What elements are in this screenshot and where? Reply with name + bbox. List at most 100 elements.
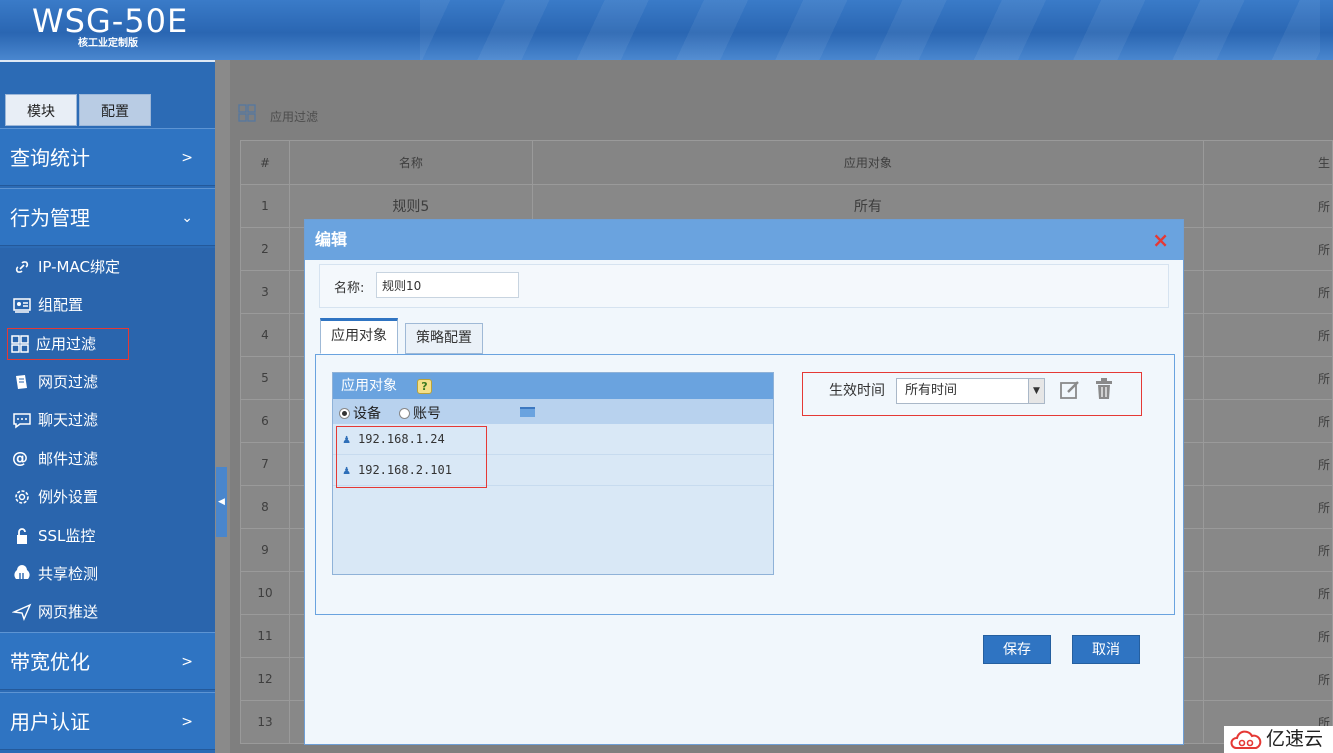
table-cell-extra: 所 [1203, 485, 1333, 529]
at-icon: @ [12, 448, 28, 467]
table-cell-num: 9 [240, 528, 290, 572]
dialog-title-bar: 编辑 × [305, 220, 1183, 260]
sidebar-item-mail-filter[interactable]: @ 邮件过滤 [10, 444, 190, 474]
top-header: WSG-50E 核工业定制版 [0, 0, 1333, 60]
table-cell-extra: 所 [1203, 270, 1333, 314]
breadcrumb-label: 应用过滤 [270, 110, 319, 124]
sidebar-item-label: SSL监控 [38, 527, 96, 545]
name-label: 名称: [334, 281, 365, 296]
effective-time-value: 所有时间 [905, 383, 958, 398]
table-cell-extra: 所 [1203, 442, 1333, 486]
sidebar-item-ssl[interactable]: SSL监控 [10, 521, 190, 551]
object-panel-title: 应用对象 [341, 378, 397, 394]
menu-group-label: 带宽优化 [10, 650, 90, 674]
radio-account-label: 账号 [413, 406, 441, 422]
link-icon [15, 261, 29, 273]
lock-icon [17, 528, 27, 544]
table-cell-num: 12 [240, 657, 290, 701]
watermark-text: 亿速云 [1266, 728, 1324, 750]
help-icon[interactable]: ? [417, 379, 432, 394]
menu-group-auth[interactable]: 用户认证 > [0, 692, 215, 750]
page-icon [16, 375, 27, 389]
sidebar-item-share-detect[interactable]: 共享检测 [10, 559, 190, 589]
sidebar-item-label: IP-MAC绑定 [38, 258, 120, 276]
table-cell-extra: 所 [1203, 657, 1333, 701]
sidebar-item-group-config[interactable]: 组配置 [10, 290, 190, 320]
table-cell-num: 6 [240, 399, 290, 443]
tab-apply-object[interactable]: 应用对象 [320, 318, 398, 354]
table-cell-extra: 所 [1203, 313, 1333, 357]
menu-group-bandwidth[interactable]: 带宽优化 > [0, 632, 215, 690]
sidebar: 模块 配置 查询统计 > 行为管理 ⌄ IP-MAC绑定 组配置 应用过滤 网页… [0, 60, 215, 753]
sidebar-item-app-filter[interactable]: 应用过滤 [7, 328, 129, 360]
save-button[interactable]: 保存 [983, 635, 1051, 664]
list-icon[interactable] [520, 407, 535, 417]
menu-group-query[interactable]: 查询统计 > [0, 128, 215, 186]
sidebar-item-web-filter[interactable]: 网页过滤 [10, 367, 190, 397]
effective-time-select[interactable]: 所有时间 ▼ [896, 378, 1045, 404]
sidebar-tabs: 模块 配置 [0, 62, 215, 126]
sidebar-item-ip-mac[interactable]: IP-MAC绑定 [10, 252, 190, 282]
name-row: 名称: [319, 264, 1169, 308]
tab-module[interactable]: 模块 [5, 94, 77, 126]
sidebar-item-exception[interactable]: 例外设置 [10, 482, 190, 512]
radio-device[interactable]: 设备 [339, 403, 381, 423]
menu-group-behavior[interactable]: 行为管理 ⌄ [0, 188, 215, 246]
sidebar-item-web-push[interactable]: 网页推送 [10, 597, 190, 627]
radio-account[interactable]: 账号 [399, 403, 441, 423]
sidebar-collapse-handle[interactable]: ◀ [216, 467, 227, 537]
grid-icon [11, 335, 29, 353]
highlight-box [336, 426, 487, 488]
table-cell-num: 7 [240, 442, 290, 486]
menu-group-label: 查询统计 [10, 146, 90, 170]
table-cell-num: 8 [240, 485, 290, 529]
table-cell-extra: 所 [1203, 399, 1333, 443]
dialog-title: 编辑 [315, 230, 348, 249]
close-icon[interactable]: × [1152, 220, 1169, 260]
table-cell-num: 1 [240, 184, 290, 228]
tab-config[interactable]: 配置 [79, 94, 151, 126]
send-icon [12, 603, 32, 621]
behavior-submenu: IP-MAC绑定 组配置 应用过滤 网页过滤 聊天过滤 @ 邮件过滤 例外设置 [0, 248, 215, 633]
chevron-down-icon[interactable]: ▼ [1028, 379, 1044, 403]
sidebar-item-label: 邮件过滤 [38, 450, 99, 468]
share-icon [14, 565, 30, 580]
table-cell-num: 4 [240, 313, 290, 357]
column-header: 应用对象 [531, 140, 1205, 185]
gear-icon [15, 490, 29, 504]
table-cell-num: 11 [240, 614, 290, 658]
column-header: 生 [1203, 140, 1333, 185]
table-cell-extra: 所 [1203, 184, 1333, 228]
table-cell-extra: 所 [1203, 614, 1333, 658]
table-cell-num: 2 [240, 227, 290, 271]
chat-icon [13, 413, 31, 429]
chevron-down-icon: ⌄ [181, 210, 193, 226]
sidebar-item-label: 例外设置 [38, 488, 99, 506]
table-cell-extra: 所 [1203, 227, 1333, 271]
table-cell-extra: 所 [1203, 571, 1333, 615]
sidebar-item-label: 网页推送 [38, 603, 99, 621]
edit-dialog: 编辑 × 名称: 应用对象 策略配置 应用对象 ? 设备 账号 ♟192.168… [304, 219, 1184, 745]
effective-time-label: 生效时间 [829, 383, 885, 399]
menu-group-label: 行为管理 [10, 206, 90, 230]
column-header: 名称 [288, 140, 533, 185]
table-cell-extra: 所 [1203, 528, 1333, 572]
column-header: # [240, 140, 290, 185]
sidebar-item-label: 应用过滤 [36, 335, 97, 353]
tab-policy-config[interactable]: 策略配置 [405, 323, 483, 354]
product-subtitle: 核工业定制版 [78, 38, 138, 49]
radio-checked-icon [339, 408, 350, 419]
effective-time-row: 生效时间 所有时间 ▼ [802, 372, 1142, 416]
sidebar-item-chat-filter[interactable]: 聊天过滤 [10, 405, 190, 435]
name-input[interactable] [376, 272, 519, 298]
edit-icon[interactable] [1059, 379, 1081, 401]
radio-device-label: 设备 [353, 406, 381, 422]
sidebar-item-label: 组配置 [38, 296, 84, 314]
radio-unchecked-icon [399, 408, 410, 419]
trash-icon[interactable] [1094, 378, 1114, 400]
menu-group-label: 用户认证 [10, 710, 90, 734]
sidebar-item-label: 共享检测 [38, 565, 99, 583]
object-panel-header: 应用对象 ? [333, 373, 773, 399]
cancel-button[interactable]: 取消 [1072, 635, 1140, 664]
chevron-right-icon: > [181, 654, 193, 670]
